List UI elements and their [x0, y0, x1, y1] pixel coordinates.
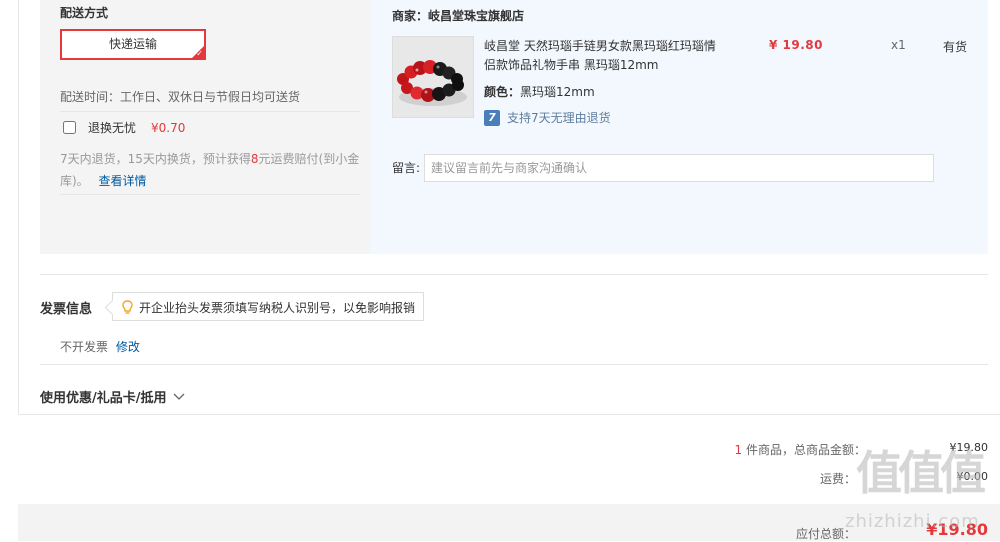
invoice-tip-text: 开企业抬头发票须填写纳税人识别号，以免影响报销 [139, 301, 416, 315]
worry-free-description: 7天内退货，15天内换货，预计获得8元运费赔付(到小金 库)。 查看详情 [60, 148, 365, 192]
freight-label: 运费： [819, 472, 856, 486]
stock-status: 有货 [943, 40, 968, 54]
divider [60, 111, 360, 112]
worry-free-desc-text: 7天内退货，15天内换货，预计获得 [60, 152, 251, 166]
tip-content: 开企业抬头发票须填写纳税人识别号，以免影响报销 [122, 299, 415, 316]
product-color: 颜色：黑玛瑙12mm [484, 83, 595, 100]
seven-day-return-icon: 7 [484, 109, 500, 126]
discounts-toggle[interactable]: 使用优惠/礼品卡/抵用 [40, 387, 185, 406]
return-policy: 7 支持7天无理由退货 [484, 109, 611, 126]
divider [60, 194, 360, 195]
product-name-line1: 岐昌堂 天然玛瑙手链男女款黑玛瑙红玛瑙情 [484, 39, 716, 53]
invoice-status: 不开发票 [60, 340, 109, 354]
invoice-status-row: 不开发票 修改 [60, 338, 140, 355]
goods-amount-label: 件商品，总商品金额： [742, 443, 866, 457]
content-border-bottom [18, 414, 1000, 415]
merchant-name: 商家：岐昌堂珠宝旗舰店 [392, 9, 525, 23]
payable-label: 应付总额： [795, 527, 856, 541]
compensation-amount: 8 [250, 152, 259, 166]
worry-free-label: 退换无忧 [88, 121, 137, 135]
return-policy-text: 支持7天无理由退货 [507, 111, 611, 125]
section-divider [40, 364, 988, 365]
worry-free-option[interactable]: 退换无忧 ¥0.70 [60, 119, 185, 136]
lightbulb-icon [122, 300, 133, 314]
section-divider [40, 274, 988, 275]
worry-free-price: ¥0.70 [151, 120, 186, 135]
worry-free-checkbox[interactable] [63, 121, 76, 134]
worry-free-desc-text-2: 元运费赔付(到小金 [258, 152, 360, 166]
color-value: 黑玛瑙12mm [520, 85, 595, 99]
worry-free-desc-text-3: 库)。 [60, 174, 89, 188]
discounts-title: 使用优惠/礼品卡/抵用 [40, 391, 167, 406]
chevron-down-icon [173, 393, 184, 400]
invoice-tip: 开企业抬头发票须填写纳税人识别号，以免影响报销 [104, 292, 424, 321]
invoice-title: 发票信息 [40, 302, 93, 317]
product-price: ¥ 19.80 [769, 38, 823, 52]
shipping-title: 配送方式 [60, 6, 109, 20]
product-title-link[interactable]: 岐昌堂 天然玛瑙手链男女款黑玛瑙红玛瑙情 侣款饰品礼物手串 黑玛瑙12mm [484, 37, 734, 75]
check-icon: ✓ [196, 49, 203, 58]
color-label: 颜色： [484, 85, 521, 99]
view-details-link[interactable]: 查看详情 [99, 174, 147, 188]
watermark-url: zhizhizhi.com [845, 511, 980, 532]
product-name-line2: 侣款饰品礼物手串 黑玛瑙12mm [484, 58, 659, 72]
express-shipping-button[interactable]: 快递运输 ✓ [60, 29, 206, 60]
watermark-logo: 值值值 [856, 446, 986, 500]
seller-note-input[interactable] [424, 154, 934, 182]
delivery-time: 配送时间：工作日、双休日与节假日均可送货 [60, 90, 301, 104]
note-label: 留言: [392, 161, 421, 175]
product-quantity: x1 [891, 38, 906, 52]
express-shipping-label: 快递运输 [108, 37, 157, 51]
tip-arrow [104, 299, 121, 316]
bracelet-image [393, 37, 473, 117]
content-border-left [18, 0, 19, 415]
product-thumbnail[interactable] [392, 36, 474, 118]
goods-count-label: 1 件商品，总商品金额： [600, 441, 866, 458]
modify-invoice-link[interactable]: 修改 [116, 340, 140, 354]
